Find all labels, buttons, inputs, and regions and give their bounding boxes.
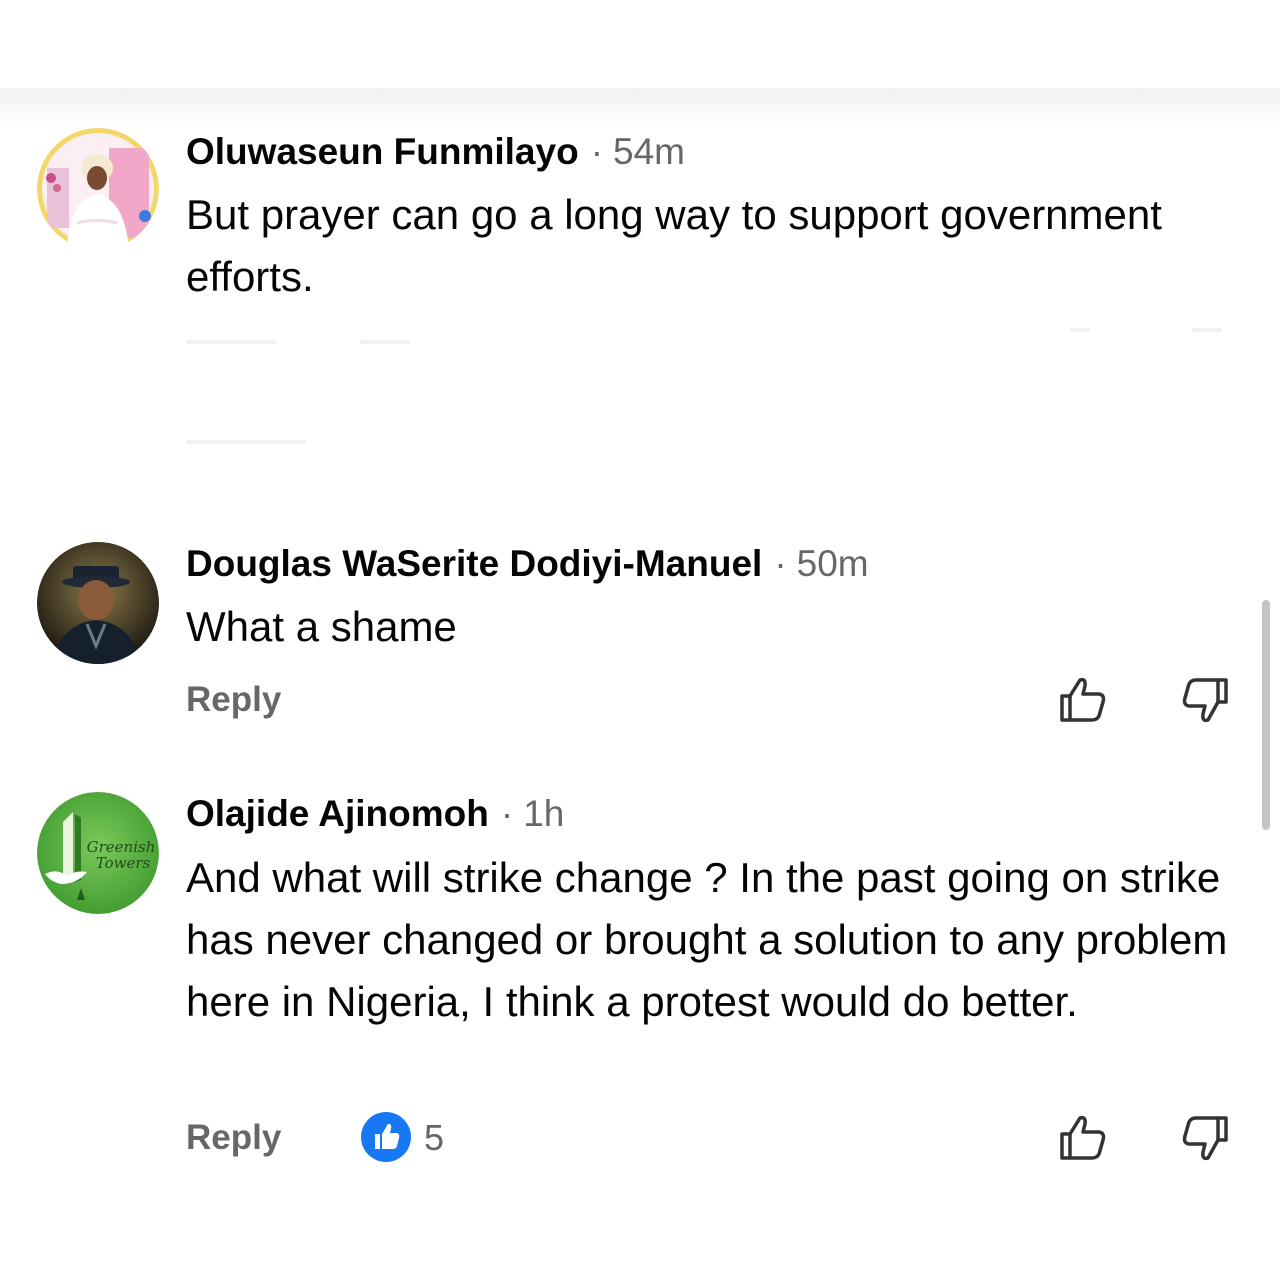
faded-action-row (360, 340, 410, 344)
thumbs-down-icon[interactable] (1180, 1114, 1230, 1164)
comment-time[interactable]: 1h (523, 793, 564, 834)
comment-author[interactable]: Olajide Ajinomoh (186, 793, 489, 834)
thumbs-down-icon[interactable] (1180, 676, 1230, 726)
avatar-photo (37, 128, 159, 250)
faded-action-row (186, 440, 306, 444)
comment-author[interactable]: Oluwaseun Funmilayo (186, 131, 579, 172)
faded-action-row (186, 340, 276, 344)
reply-button[interactable]: Reply (186, 680, 281, 720)
comment-text: What a shame (186, 603, 457, 650)
comment-text: And what will strike change ? In the pas… (186, 854, 1228, 1025)
comment-author[interactable]: Douglas WaSerite Dodiyi-Manuel (186, 543, 762, 584)
thumbs-up-icon[interactable] (1058, 1112, 1108, 1162)
faded-action-row (1070, 328, 1090, 332)
top-divider-shadow (0, 88, 1280, 128)
faded-action-row (1192, 328, 1222, 332)
greenish-towers-logo: Greenish Towers (37, 792, 159, 914)
avatar[interactable] (37, 542, 159, 664)
reply-button[interactable]: Reply (186, 1118, 281, 1158)
separator-dot: · (774, 543, 787, 584)
separator-dot: · (590, 131, 604, 172)
comment-text: But prayer can go a long way to support … (186, 191, 1162, 300)
comment-time[interactable]: 54m (613, 131, 685, 172)
comment-time[interactable]: 50m (797, 543, 869, 584)
like-reaction-icon[interactable] (361, 1112, 411, 1162)
scrollbar[interactable] (1262, 600, 1270, 830)
avatar[interactable] (37, 128, 159, 250)
avatar[interactable]: Greenish Towers (37, 792, 159, 914)
thumbs-up-icon[interactable] (1058, 674, 1108, 724)
logo-text-line-2: Towers (96, 854, 151, 872)
avatar-photo (37, 542, 159, 664)
separator-dot: · (500, 793, 514, 834)
like-count[interactable]: 5 (424, 1118, 444, 1158)
